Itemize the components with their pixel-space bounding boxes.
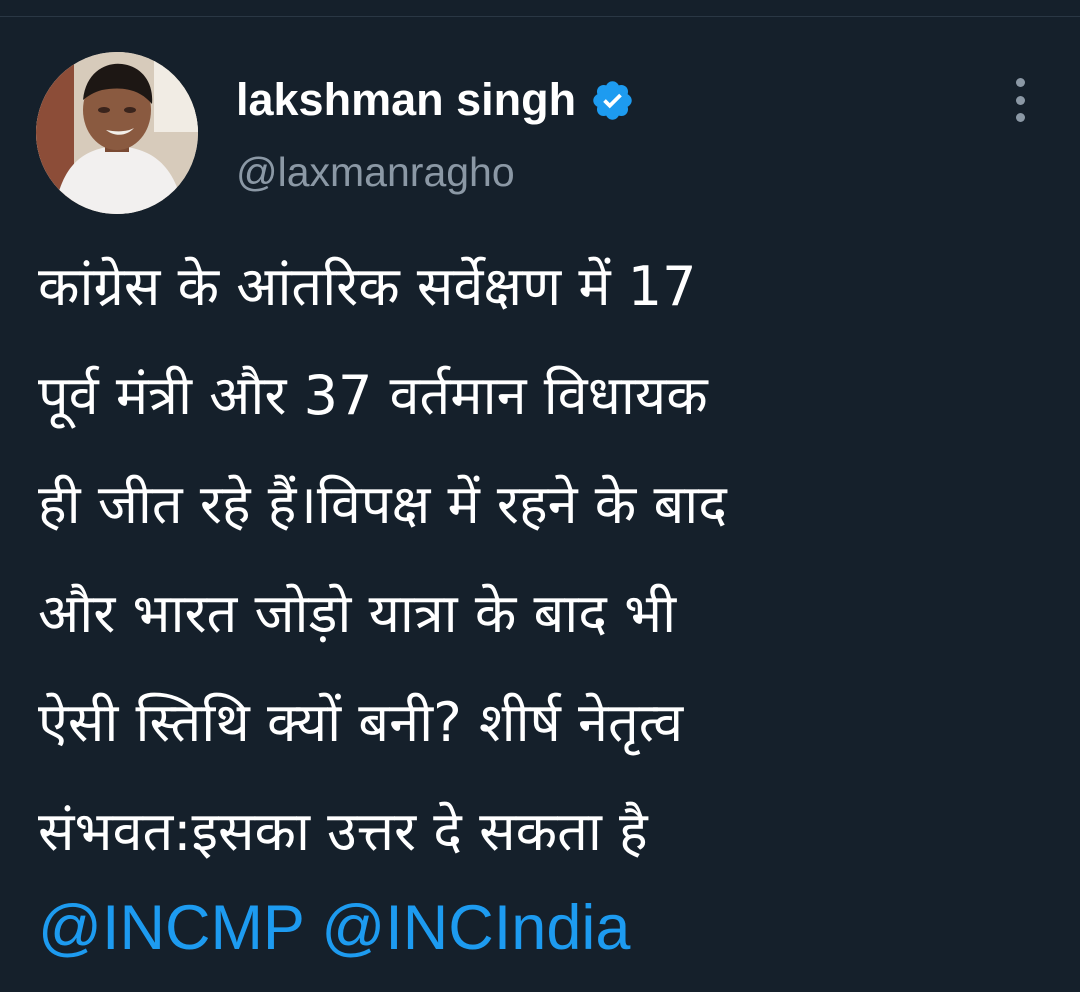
more-dot-top (1015, 78, 1025, 87)
more-options-icon[interactable] (1002, 78, 1038, 122)
top-divider (0, 16, 1080, 17)
mention-incmp[interactable]: @INCMP (38, 893, 304, 963)
tweet-text-line: और भारत जोड़ो यात्रा के बाद भी (38, 582, 677, 645)
tweet-text-line: ही जीत रहे हैं।विपक्ष में रहने के बाद (38, 473, 727, 536)
more-dot-bottom (1015, 113, 1025, 122)
avatar[interactable] (36, 52, 198, 214)
author-name-row[interactable]: lakshman singh (236, 70, 635, 130)
tweet-text: कांग्रेस के आंतरिक सर्वेक्षण में 17 पूर्… (38, 232, 1048, 886)
mention-incindia[interactable]: @INCIndia (321, 893, 630, 963)
verified-badge-icon (590, 78, 635, 123)
display-name[interactable]: lakshman singh (236, 70, 576, 130)
tweet-text-line: पूर्व मंत्री और 37 वर्तमान विधायक (38, 364, 708, 427)
avatar-photo (36, 52, 198, 214)
tweet-text-line: कांग्रेस के आंतरिक सर्वेक्षण में 17 (38, 255, 697, 318)
mentions: @INCMP @INCIndia (38, 878, 1048, 978)
tweet-text-line: संभवत:इसका उत्तर दे सकता है (38, 800, 648, 863)
tweet-text-line: ऐसी स्तिथि क्यों बनी? शीर्ष नेतृत्व (38, 691, 684, 754)
more-dot-middle (1015, 95, 1025, 105)
author-handle[interactable]: @laxmanragho (236, 146, 515, 198)
